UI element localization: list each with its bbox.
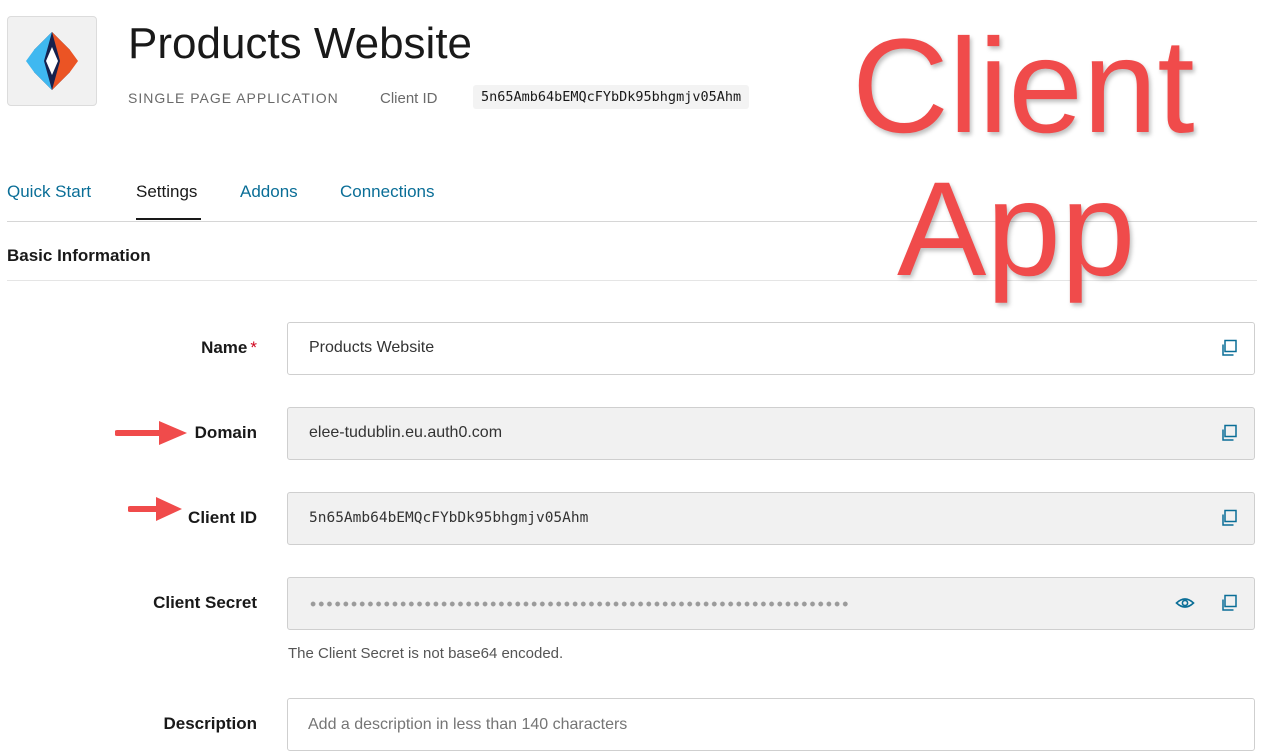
client-id-field[interactable]: 5n65Amb64bEMQcFYbDk95bhgmjv05Ahm bbox=[287, 492, 1255, 545]
annotation-app: App bbox=[897, 155, 1136, 304]
tab-settings[interactable]: Settings bbox=[136, 182, 197, 202]
domain-label: Domain bbox=[194, 423, 257, 442]
name-label-text: Name bbox=[201, 338, 248, 357]
auth0-app-icon bbox=[26, 32, 78, 90]
domain-field[interactable]: elee-tudublin.eu.auth0.com bbox=[287, 407, 1255, 460]
name-value[interactable]: Products Website bbox=[309, 339, 434, 357]
client-secret-helper: The Client Secret is not base64 encoded. bbox=[288, 645, 564, 662]
client-id-label: Client ID bbox=[380, 90, 438, 107]
required-mark: * bbox=[250, 338, 257, 357]
client-id-field-label: Client ID bbox=[188, 508, 257, 527]
section-title: Basic Information bbox=[7, 246, 151, 265]
arrow-right-icon bbox=[115, 421, 187, 445]
description-input[interactable] bbox=[287, 698, 1255, 751]
tab-addons[interactable]: Addons bbox=[240, 182, 298, 202]
name-field[interactable]: Products Website bbox=[287, 322, 1255, 375]
client-id-value[interactable]: 5n65Amb64bEMQcFYbDk95bhgmjv05Ahm bbox=[309, 510, 588, 526]
copy-icon[interactable] bbox=[1220, 594, 1240, 614]
app-type-label: SINGLE PAGE APPLICATION bbox=[128, 90, 339, 106]
copy-icon[interactable] bbox=[1220, 424, 1240, 444]
tab-quick-start[interactable]: Quick Start bbox=[7, 182, 91, 202]
app-logo bbox=[7, 16, 97, 106]
client-secret-field[interactable] bbox=[287, 577, 1255, 630]
eye-icon[interactable] bbox=[1175, 594, 1195, 614]
app-title: Products Website bbox=[128, 19, 473, 68]
tab-connections[interactable]: Connections bbox=[340, 182, 435, 202]
description-label: Description bbox=[163, 714, 257, 733]
arrow-right-icon bbox=[128, 497, 182, 521]
client-secret-masked bbox=[309, 600, 849, 608]
name-label: Name * bbox=[201, 338, 257, 358]
copy-icon[interactable] bbox=[1220, 509, 1240, 529]
annotation-client: Client bbox=[852, 12, 1195, 161]
client-id-chip[interactable]: 5n65Amb64bEMQcFYbDk95bhgmjv05Ahm bbox=[473, 85, 750, 109]
client-secret-label: Client Secret bbox=[153, 593, 257, 612]
copy-icon[interactable] bbox=[1220, 339, 1240, 359]
domain-value[interactable]: elee-tudublin.eu.auth0.com bbox=[309, 424, 502, 442]
active-tab-indicator bbox=[136, 218, 201, 220]
